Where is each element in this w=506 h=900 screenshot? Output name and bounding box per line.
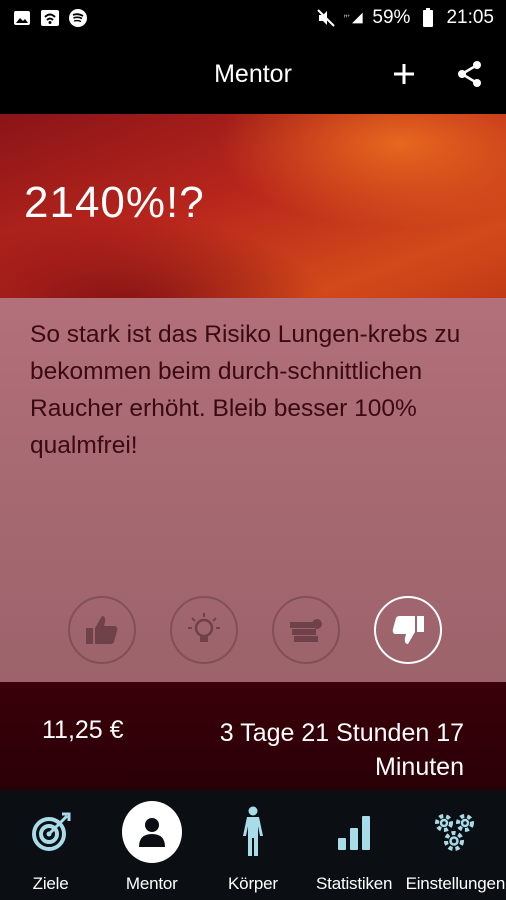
app-bar: Mentor: [0, 36, 506, 114]
battery-level: 59%: [372, 7, 411, 28]
mentor-card: So stark ist das Risiko Lungen-krebs zu …: [0, 298, 506, 682]
svg-text:H+: H+: [344, 13, 350, 18]
lightbulb-icon: [188, 613, 220, 642]
bar-chart-icon: [324, 802, 384, 862]
nav-label-einstellungen: Einstellungen: [405, 874, 506, 893]
mentor-message: So stark ist das Risiko Lungen-krebs zu …: [30, 321, 461, 459]
share-button[interactable]: [452, 56, 488, 92]
money-saved: 11,25 €: [42, 716, 124, 744]
lightbulb-button[interactable]: [170, 596, 238, 664]
nav-label-ziele: Ziele: [32, 874, 69, 893]
gears-icon: [425, 802, 485, 862]
body-icon: [223, 802, 283, 862]
reaction-bar: [68, 596, 442, 664]
signal-icon: H+: [344, 8, 364, 28]
wifi-icon: [40, 8, 60, 28]
progress-stats: 11,25 € 3 Tage 21 Stunden 17 Minuten: [0, 682, 506, 790]
battery-icon: [418, 8, 438, 28]
money-button[interactable]: [272, 596, 340, 664]
money-icon: [290, 619, 322, 642]
nav-label-koerper: Körper: [228, 874, 278, 893]
thumbs-up-button[interactable]: [68, 596, 136, 664]
clock: 21:05: [446, 7, 494, 28]
image-icon: [12, 8, 32, 28]
mute-icon: [316, 8, 336, 28]
add-button[interactable]: [386, 56, 422, 92]
nav-item-ziele[interactable]: Ziele: [0, 790, 101, 900]
spotify-icon: [68, 8, 88, 28]
share-icon: [458, 61, 481, 87]
thumbs-down-icon: [392, 616, 424, 644]
nav-label-statistiken: Statistiken: [316, 874, 393, 893]
bottom-navigation: Ziele Mentor Körper Statistiken Einstell…: [0, 790, 506, 900]
nav-item-mentor[interactable]: Mentor: [101, 790, 202, 900]
status-bar: H+ 59% 21:05: [0, 0, 506, 36]
nav-item-koerper[interactable]: Körper: [202, 790, 303, 900]
hero-banner: 2140%!?: [0, 114, 506, 298]
add-icon: [394, 64, 414, 84]
thumbs-down-button[interactable]: [374, 596, 442, 664]
hero-title: 2140%!?: [24, 178, 205, 227]
thumbs-up-icon: [86, 616, 118, 644]
target-icon: [21, 802, 81, 862]
nav-label-mentor: Mentor: [125, 874, 178, 893]
nav-item-statistiken[interactable]: Statistiken: [304, 790, 405, 900]
person-icon: [121, 801, 182, 863]
nav-item-einstellungen[interactable]: Einstellungen: [405, 790, 506, 900]
smoke-free-duration: 3 Tage 21 Stunden 17 Minuten: [219, 719, 464, 781]
